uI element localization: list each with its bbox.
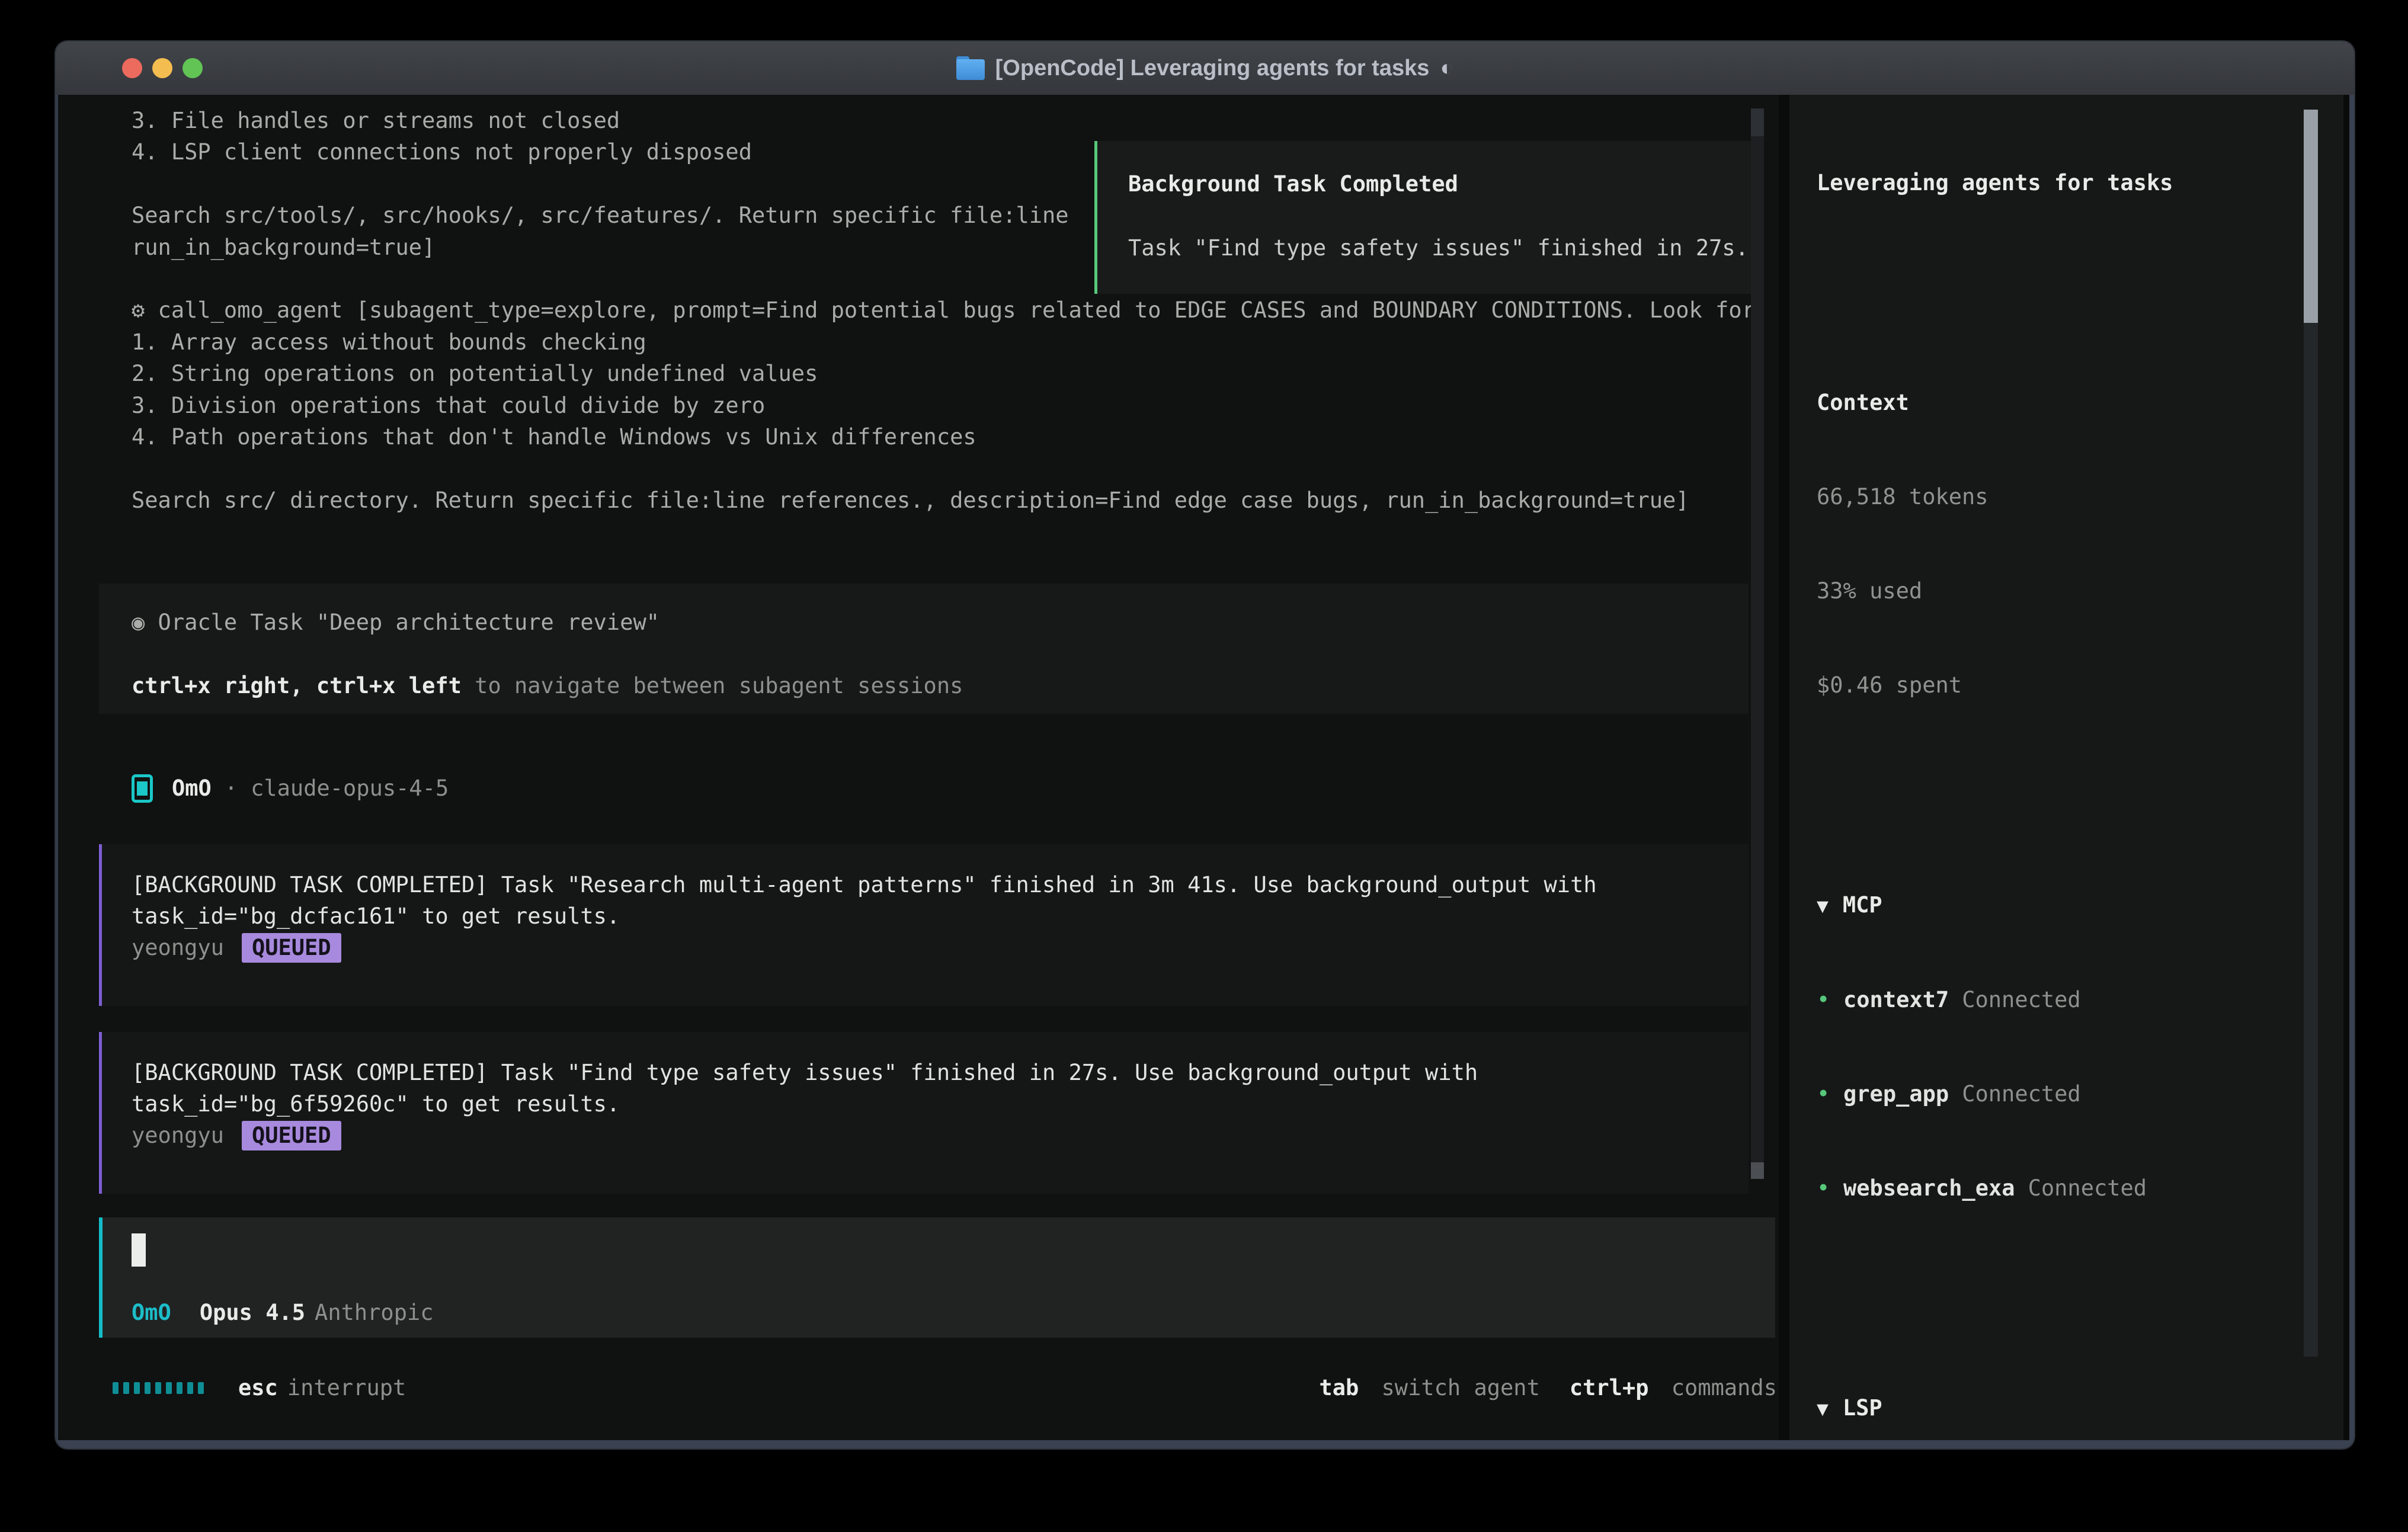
agent-icon <box>132 774 153 803</box>
input-agent-name: OmO <box>132 1297 171 1328</box>
window-left-edge <box>56 95 58 1448</box>
folder-icon <box>956 56 985 80</box>
window-title: [OpenCode] Leveraging agents for tasks ◐ <box>956 56 1454 81</box>
input-provider-name: Anthropic <box>315 1297 433 1328</box>
background-task-notification: Background Task Completed Task "Find typ… <box>1094 141 1757 294</box>
message-line: task_id="bg_6f59260c" to get results. <box>132 1088 1749 1120</box>
context-spent: $0.46 spent <box>1817 669 2307 701</box>
tab-key-hint: tab <box>1319 1375 1359 1400</box>
oracle-hint-text: to navigate between subagent sessions <box>462 673 963 698</box>
traffic-lights <box>122 58 203 78</box>
oracle-task-box: ◉ Oracle Task "Deep architecture review"… <box>99 584 1749 714</box>
ctrlp-key-label: commands <box>1671 1375 1777 1400</box>
agent-header: OmO · claude-opus-4-5 <box>132 773 449 804</box>
mcp-item: •grep_appConnected <box>1817 1078 2307 1110</box>
context-tokens: 66,518 tokens <box>1817 481 2307 512</box>
sidebar: Leveraging agents for tasks Context 66,5… <box>1789 95 2343 1448</box>
agent-model: claude-opus-4-5 <box>251 773 449 804</box>
lsp-section-header[interactable]: ▼LSP <box>1817 1392 2307 1424</box>
window-right-edge <box>2349 95 2354 1448</box>
terminal-body: 3. File handles or streams not closed 4.… <box>56 95 2354 1448</box>
chevron-down-icon: ▼ <box>1817 890 1829 921</box>
ctrlp-key-hint: ctrl+p <box>1570 1375 1649 1400</box>
session-title: Leveraging agents for tasks <box>1817 167 2307 198</box>
status-bar: esc interrupt tab switch agent ctrl+p co… <box>113 1372 1777 1403</box>
chevron-down-icon: ▼ <box>1817 1393 1829 1424</box>
zoom-button[interactable] <box>182 58 203 78</box>
window-bottom-edge <box>56 1440 2354 1448</box>
message-user: yeongyu <box>132 932 224 963</box>
status-badge: QUEUED <box>242 1121 341 1150</box>
status-badge: QUEUED <box>242 933 341 963</box>
message-user: yeongyu <box>132 1120 224 1151</box>
status-dot-icon: • <box>1817 984 1843 1015</box>
esc-key-label: interrupt <box>287 1372 406 1403</box>
message-line: [BACKGROUND TASK COMPLETED] Task "Find t… <box>132 1057 1749 1088</box>
text-cursor <box>132 1233 146 1267</box>
app-window: [OpenCode] Leveraging agents for tasks ◐… <box>56 41 2354 1448</box>
message-line: task_id="bg_dcfac161" to get results. <box>132 900 1749 932</box>
oracle-hint-keys: ctrl+x right, ctrl+x left <box>132 673 462 698</box>
status-dot-icon: • <box>1817 1078 1843 1110</box>
message-line: [BACKGROUND TASK COMPLETED] Task "Resear… <box>132 869 1749 900</box>
mcp-section-header[interactable]: ▼MCP <box>1817 889 2307 921</box>
notification-title: Background Task Completed <box>1128 168 1754 200</box>
context-used: 33% used <box>1817 575 2307 607</box>
close-button[interactable] <box>122 58 142 78</box>
agent-separator: · <box>225 773 238 804</box>
mcp-item: •websearch_exaConnected <box>1817 1172 2307 1204</box>
main-scrollbar-segment[interactable] <box>1751 108 1764 136</box>
prompt-input[interactable]: OmO Opus 4.5 Anthropic <box>99 1217 1775 1338</box>
context-header: Context <box>1817 387 2307 418</box>
agent-name: OmO <box>172 773 212 804</box>
main-scrollbar-thumb[interactable] <box>1751 1162 1764 1179</box>
window-title-text: [OpenCode] Leveraging agents for tasks <box>995 56 1430 81</box>
background-task-message: [BACKGROUND TASK COMPLETED] Task "Find t… <box>99 1032 1749 1194</box>
oracle-task-title: ◉ Oracle Task "Deep architecture review" <box>132 607 1749 638</box>
moon-icon: ◐ <box>1440 56 1453 81</box>
sidebar-scrollbar-thumb[interactable] <box>2304 110 2318 323</box>
esc-key-hint: esc <box>238 1372 278 1403</box>
background-task-message: [BACKGROUND TASK COMPLETED] Task "Resear… <box>99 844 1749 1006</box>
main-scrollbar-track[interactable] <box>1751 108 1764 1179</box>
minimize-button[interactable] <box>152 58 172 78</box>
tab-key-label: switch agent <box>1382 1375 1540 1400</box>
notification-body: Task "Find type safety issues" finished … <box>1128 232 1754 264</box>
spinner-dots-icon <box>113 1382 204 1394</box>
input-model-name: Opus 4.5 <box>200 1297 305 1328</box>
mcp-item: •context7Connected <box>1817 984 2307 1015</box>
titlebar[interactable]: [OpenCode] Leveraging agents for tasks ◐ <box>56 41 2354 95</box>
status-dot-icon: • <box>1817 1172 1843 1204</box>
